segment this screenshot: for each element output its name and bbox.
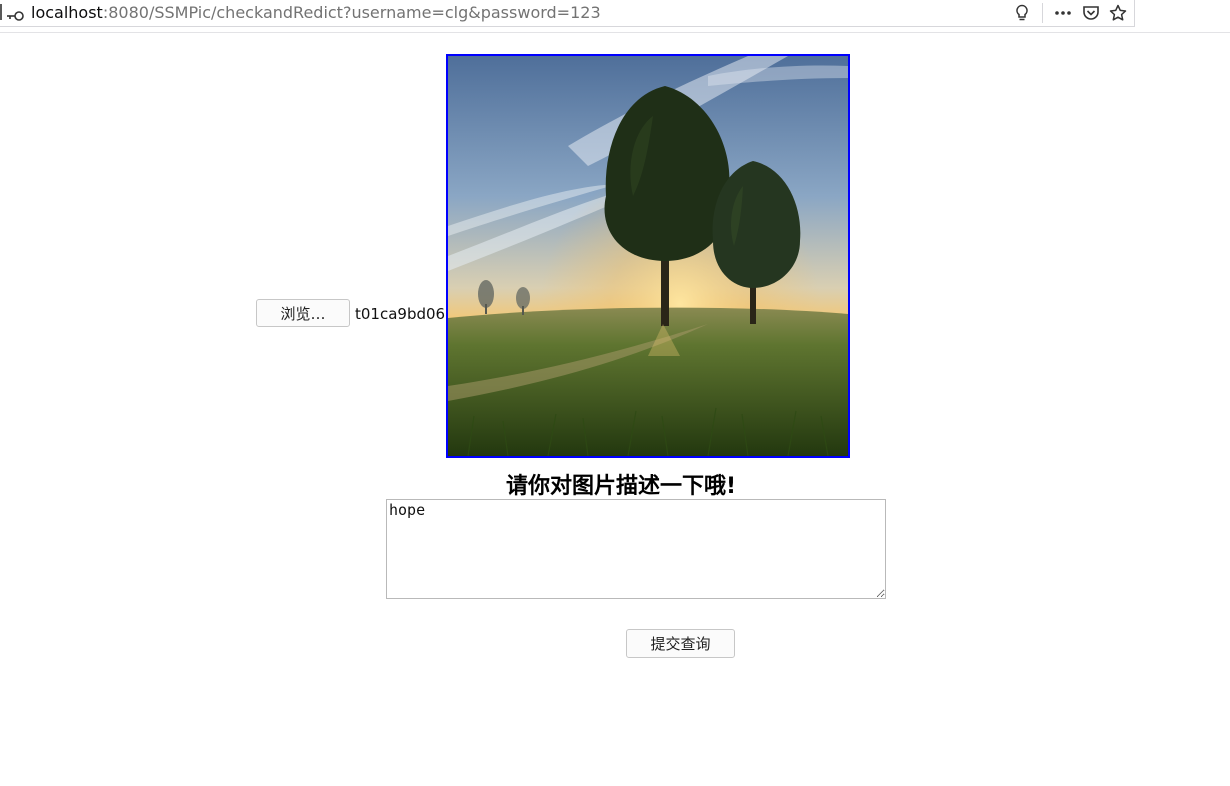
url-bar-edge bbox=[0, 4, 2, 20]
url-text[interactable]: localhost:8080/SSMPic/checkandRedict?use… bbox=[31, 3, 601, 23]
toolbar-divider bbox=[1042, 3, 1043, 23]
uploaded-image bbox=[446, 54, 850, 458]
pocket-icon[interactable] bbox=[1081, 3, 1101, 23]
url-bar[interactable]: localhost:8080/SSMPic/checkandRedict?use… bbox=[0, 0, 1135, 27]
submit-button[interactable]: 提交查询 bbox=[626, 629, 735, 658]
description-textarea[interactable]: hope bbox=[386, 499, 886, 599]
url-path: :8080/SSMPic/checkandRedict?username=clg… bbox=[102, 3, 601, 22]
chrome-separator bbox=[0, 32, 1230, 33]
key-icon[interactable] bbox=[7, 7, 25, 21]
description-prompt-heading: 请你对图片描述一下哦! bbox=[506, 474, 737, 499]
more-icon[interactable] bbox=[1053, 3, 1073, 23]
url-host: localhost bbox=[31, 3, 103, 22]
landscape-photo bbox=[448, 56, 848, 456]
star-icon[interactable] bbox=[1108, 3, 1128, 23]
lightbulb-icon[interactable] bbox=[1012, 3, 1032, 23]
browse-file-button[interactable]: 浏览… bbox=[256, 299, 350, 327]
